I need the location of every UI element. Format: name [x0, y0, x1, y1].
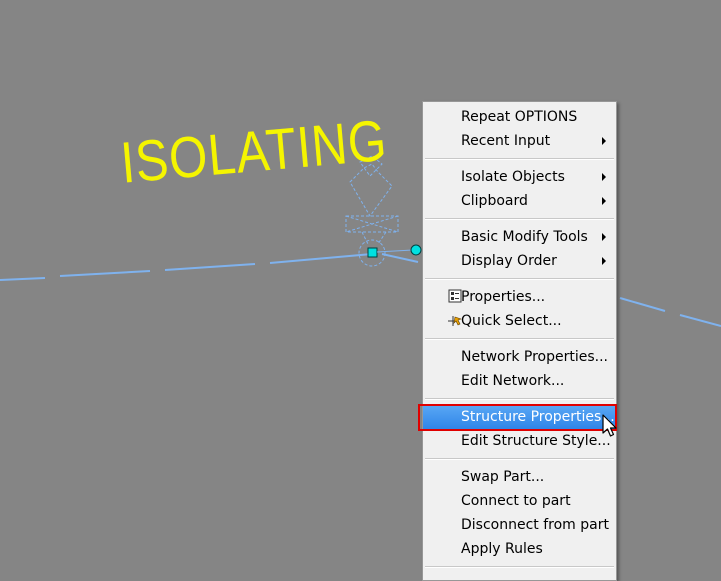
menu-item-disconnect-from-part[interactable]: Disconnect from part [423, 513, 616, 537]
menu-separator [425, 218, 614, 220]
menu-item-label: Apply Rules [461, 541, 543, 557]
submenu-arrow-icon [602, 137, 606, 145]
menu-separator [425, 458, 614, 460]
menu-item-label: Connect to part [461, 493, 571, 509]
properties-icon [448, 289, 462, 303]
menu-item-label: Quick Select... [461, 313, 562, 329]
menu-item-label: Clipboard [461, 193, 528, 209]
quick-select-icon [448, 316, 462, 326]
menu-item-label: Edit Structure Style... [461, 433, 611, 449]
pipe-end-grip[interactable] [410, 244, 422, 256]
menu-item-isolate-objects[interactable]: Isolate Objects [423, 165, 616, 189]
menu-item-label: Edit Network... [461, 373, 565, 389]
menu-item-label: Disconnect from part [461, 517, 609, 533]
menu-item-label: Recent Input [461, 133, 551, 149]
menu-item-label: Isolate Objects [461, 169, 565, 185]
menu-item-label: Display Order [461, 253, 557, 269]
menu-item-basic-modify-tools[interactable]: Basic Modify Tools [423, 225, 616, 249]
menu-separator [425, 398, 614, 400]
submenu-arrow-icon [602, 197, 606, 205]
menu-separator [425, 278, 614, 280]
menu-item-network-properties[interactable]: Network Properties... [423, 345, 616, 369]
menu-item-label: Network Properties... [461, 349, 609, 365]
pipe-centerline[interactable] [0, 253, 419, 281]
menu-separator [425, 566, 614, 568]
menu-item-label: Basic Modify Tools [461, 229, 588, 245]
menu-separator [425, 338, 614, 340]
menu-item-properties[interactable]: Properties... [423, 285, 616, 309]
context-menu: Repeat OPTIONS Recent Input Isolate Obje… [422, 101, 617, 581]
menu-separator [425, 158, 614, 160]
grip-connector [376, 249, 414, 253]
menu-item-apply-rules[interactable]: Apply Rules [423, 537, 616, 561]
menu-item-swap-part[interactable]: Swap Part... [423, 465, 616, 489]
menu-item-recent-input[interactable]: Recent Input [423, 129, 616, 153]
menu-item-edit-structure-style[interactable]: Edit Structure Style... [423, 429, 616, 453]
submenu-arrow-icon [602, 233, 606, 241]
highlight-outline [418, 404, 617, 431]
menu-item-repeat-options[interactable]: Repeat OPTIONS [423, 105, 616, 129]
submenu-arrow-icon [602, 257, 606, 265]
submenu-arrow-icon [602, 173, 606, 181]
menu-item-clipboard[interactable]: Clipboard [423, 189, 616, 213]
menu-item-connect-to-part[interactable]: Connect to part [423, 489, 616, 513]
menu-item-label: Properties... [461, 289, 546, 305]
structure-grip[interactable] [367, 247, 378, 258]
menu-item-label: Swap Part... [461, 469, 545, 485]
menu-item-display-order[interactable]: Display Order [423, 249, 616, 273]
menu-item-quick-select[interactable]: Quick Select... [423, 309, 616, 333]
menu-item-edit-network[interactable]: Edit Network... [423, 369, 616, 393]
pipe-centerline-right[interactable] [619, 297, 721, 327]
menu-item-label: Repeat OPTIONS [461, 109, 578, 125]
mouse-pointer-icon [602, 414, 617, 437]
